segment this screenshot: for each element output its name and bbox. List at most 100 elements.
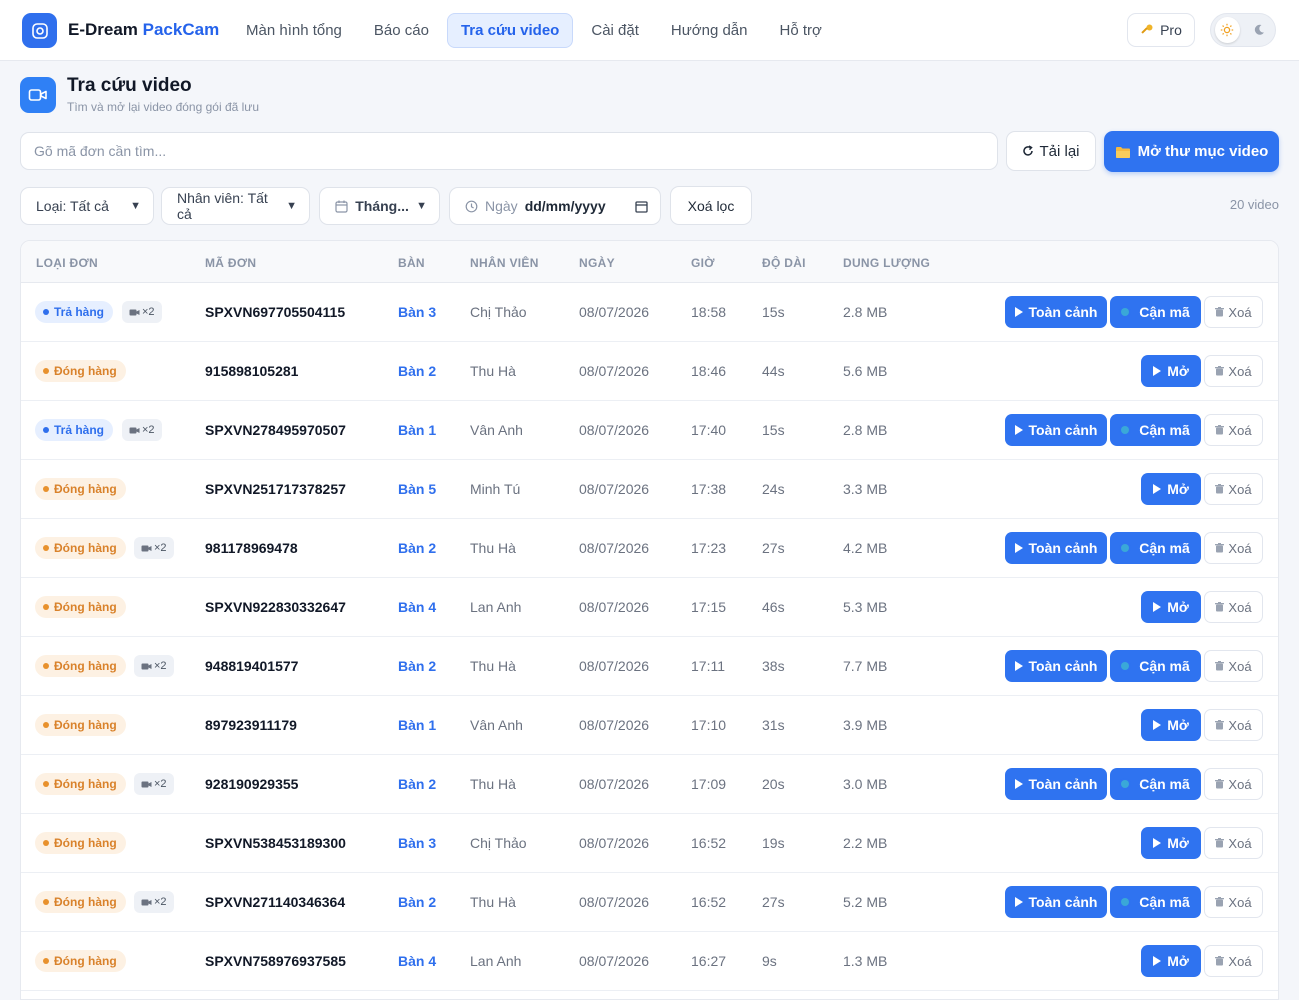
desk-link[interactable]: Bàn 4 [398,953,436,969]
play-overview-button[interactable]: Toàn cảnh [1005,768,1107,800]
desk-link[interactable]: Bàn 4 [398,599,436,615]
desk-link[interactable]: Bàn 2 [398,540,436,556]
closeup-label: Cận mã [1139,776,1190,792]
nav-item-dashboard[interactable]: Màn hình tổng [232,13,356,48]
desk-link[interactable]: Bàn 1 [398,422,436,438]
open-label: Mở [1167,835,1189,851]
delete-button[interactable]: Xoá [1204,296,1263,328]
record-date: 08/07/2026 [579,599,650,615]
chevron-down-icon: ▼ [416,200,427,212]
play-closeup-button[interactable]: Cận mã [1110,886,1201,918]
record-date: 08/07/2026 [579,894,650,910]
desk-link[interactable]: Bàn 3 [398,304,436,320]
trash-icon [1215,602,1225,612]
desk-link[interactable]: Bàn 2 [398,776,436,792]
open-label: Mở [1167,953,1189,969]
nav-item-reports[interactable]: Báo cáo [360,13,443,48]
closeup-label: Cận mã [1139,540,1190,556]
staff-name: Thu Hà [470,540,516,556]
desk-link[interactable]: Bàn 2 [398,363,436,379]
type-filter-select[interactable]: Loại: Tất cả ▼ [20,187,154,225]
delete-button[interactable]: Xoá [1204,945,1263,977]
nav-item-guide[interactable]: Hướng dẫn [657,13,762,48]
record-date: 08/07/2026 [579,776,650,792]
camera-count: ×2 [154,660,167,672]
theme-toggle[interactable] [1210,13,1276,47]
column-header-size: DUNG LƯỢNG [843,256,931,270]
column-header-order-code: MÃ ĐƠN [205,256,257,270]
status-dot [43,722,49,728]
delete-button[interactable]: Xoá [1204,827,1263,859]
order-code: SPXVN697705504115 [205,304,346,320]
nav-item-settings[interactable]: Cài đặt [577,13,653,48]
record-time: 17:40 [691,422,727,438]
order-type-badge: Đóng hàng [35,832,126,854]
order-search-input[interactable] [20,132,998,170]
play-overview-button[interactable]: Toàn cảnh [1005,296,1107,328]
open-video-folder-button[interactable]: Mở thư mục video [1104,131,1279,172]
table-row: Đóng hàng ×2 981178969478 Bàn 2 Thu Hà 08/07/… [21,519,1278,578]
delete-button[interactable]: Xoá [1204,591,1263,623]
clear-filter-button[interactable]: Xoá lọc [670,186,752,225]
column-header-staff: NHÂN VIÊN [470,256,539,270]
delete-button[interactable]: Xoá [1204,650,1263,682]
status-dot [43,368,49,374]
open-video-button[interactable]: Mở [1141,473,1201,505]
delete-button[interactable]: Xoá [1204,709,1263,741]
app-logo[interactable] [22,13,57,48]
month-filter-select[interactable]: Tháng... ▼ [319,187,440,225]
video-duration: 24s [762,481,785,497]
order-type-label: Đóng hàng [54,659,117,673]
play-overview-button[interactable]: Toàn cảnh [1005,886,1107,918]
order-code: SPXVN278495970507 [205,422,346,438]
video-duration: 9s [762,953,777,969]
play-closeup-button[interactable]: Cận mã [1110,296,1201,328]
delete-button[interactable]: Xoá [1204,414,1263,446]
delete-button[interactable]: Xoá [1204,886,1263,918]
delete-button[interactable]: Xoá [1204,768,1263,800]
delete-button[interactable]: Xoá [1204,532,1263,564]
desk-link[interactable]: Bàn 3 [398,835,436,851]
open-video-button[interactable]: Mở [1141,355,1201,387]
calendar-icon[interactable] [635,200,648,213]
reload-button[interactable]: Tải lại [1006,131,1096,171]
play-closeup-button[interactable]: Cận mã [1110,414,1201,446]
table-row: Đóng hàng ×2 948819401577 Bàn 2 Thu Hà 08/07/… [21,637,1278,696]
delete-button[interactable]: Xoá [1204,355,1263,387]
play-overview-button[interactable]: Toàn cảnh [1005,414,1107,446]
open-video-button[interactable]: Mở [1141,945,1201,977]
multi-camera-badge: ×2 [134,891,174,913]
play-overview-button[interactable]: Toàn cảnh [1005,650,1107,682]
video-duration: 27s [762,894,785,910]
delete-label: Xoá [1228,717,1252,733]
play-closeup-button[interactable]: Cận mã [1110,650,1201,682]
open-label: Mở [1167,481,1189,497]
pro-button[interactable]: Pro [1127,13,1195,47]
date-filter-input[interactable]: Ngày dd/mm/yyyy [449,187,661,225]
order-type-badge: Đóng hàng [35,537,126,559]
nav-item-support[interactable]: Hỗ trợ [765,13,835,48]
desk-link[interactable]: Bàn 2 [398,658,436,674]
open-video-button[interactable]: Mở [1141,827,1201,859]
staff-filter-select[interactable]: Nhân viên: Tất cả ▼ [161,187,310,225]
closeup-label: Cận mã [1139,304,1190,320]
trash-icon [1215,956,1225,966]
trash-icon [1215,897,1225,907]
nav-item-video-lookup[interactable]: Tra cứu video [446,13,574,48]
open-video-button[interactable]: Mở [1141,709,1201,741]
delete-button[interactable]: Xoá [1204,473,1263,505]
status-dot [43,545,49,551]
desk-link[interactable]: Bàn 2 [398,894,436,910]
play-overview-button[interactable]: Toàn cảnh [1005,532,1107,564]
video-count: 20 video [1229,197,1279,212]
desk-link[interactable]: Bàn 1 [398,717,436,733]
multi-camera-badge: ×2 [134,655,174,677]
date-filter-value: dd/mm/yyyy [524,198,606,214]
camera-icon [141,781,152,787]
open-video-button[interactable]: Mở [1141,591,1201,623]
play-closeup-button[interactable]: Cận mã [1110,768,1201,800]
staff-name: Vân Anh [470,717,523,733]
play-closeup-button[interactable]: Cận mã [1110,532,1201,564]
desk-link[interactable]: Bàn 5 [398,481,436,497]
staff-name: Chị Thảo [470,304,527,320]
